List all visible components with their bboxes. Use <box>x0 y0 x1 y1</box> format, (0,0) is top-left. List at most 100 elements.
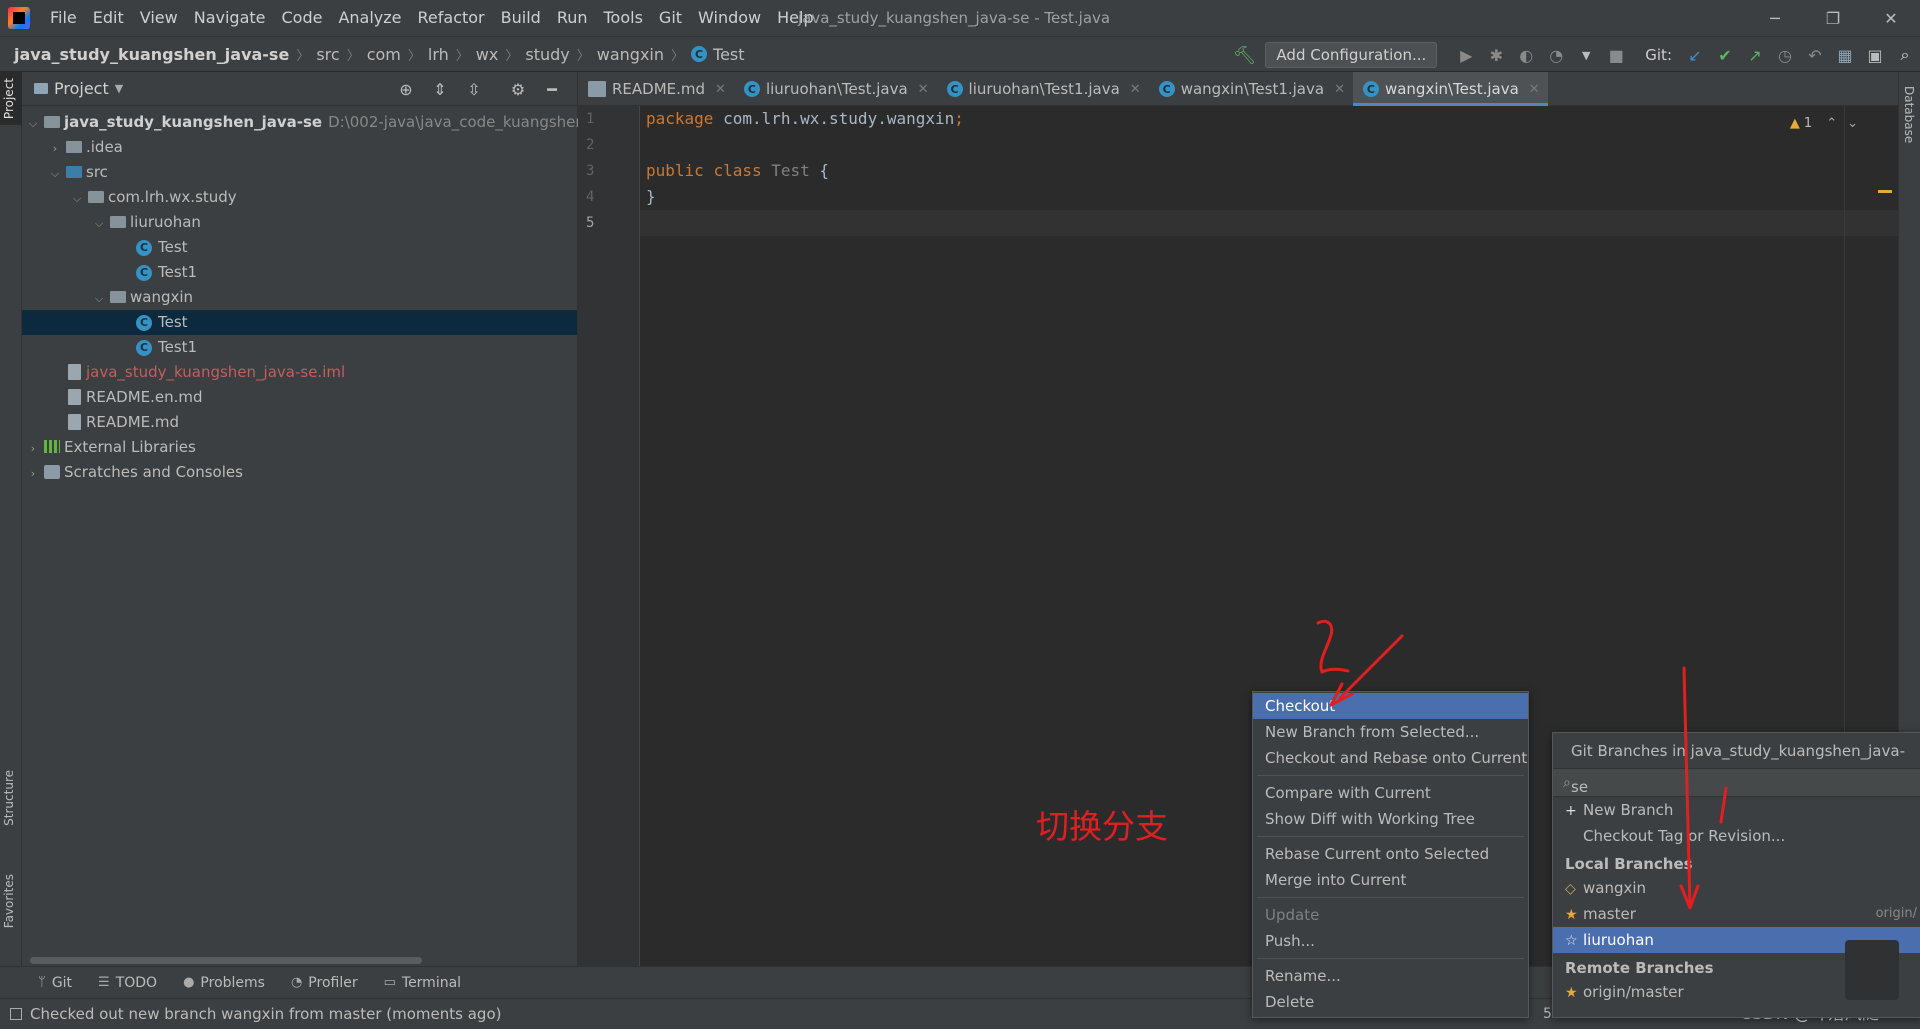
build-hammer-icon[interactable]: 🔨︎ <box>1231 42 1257 68</box>
editor-tab-liuruohan-test1[interactable]: C liuruohan\Test1.java ✕ <box>937 72 1149 106</box>
close-tab-icon[interactable]: ✕ <box>918 82 929 97</box>
expand-all-icon[interactable]: ⇕ <box>427 76 453 102</box>
favorites-tool-tab[interactable]: Favorites <box>2 874 16 928</box>
tree-item-wangxin-test[interactable]: C Test <box>22 310 577 335</box>
breadcrumb-wx[interactable]: wx <box>476 45 499 64</box>
locate-file-icon[interactable]: ⊕ <box>393 76 419 102</box>
menu-item-push[interactable]: Push... <box>1253 928 1528 954</box>
tree-item-root[interactable]: ⌵ java_study_kuangshen_java-se D:\002-java… <box>22 110 604 135</box>
code-line[interactable]: } <box>640 184 1898 210</box>
tree-item-src[interactable]: ⌵ src <box>22 160 577 185</box>
menu-item-checkout[interactable]: Checkout <box>1253 693 1528 719</box>
menu-item-merge-into-current[interactable]: Merge into Current <box>1253 867 1528 893</box>
debug-icon[interactable]: ✱ <box>1483 42 1509 68</box>
breadcrumb-project[interactable]: java_study_kuangshen_java-se <box>14 45 289 64</box>
menu-refactor[interactable]: Refactor <box>410 0 493 36</box>
close-tab-icon[interactable]: ✕ <box>715 82 726 97</box>
close-window-button[interactable]: ✕ <box>1862 0 1920 36</box>
tree-item-liuruohan-test1[interactable]: C Test1 <box>22 260 577 285</box>
menu-item-show-diff[interactable]: Show Diff with Working Tree <box>1253 806 1528 832</box>
tree-item-package[interactable]: ⌵ com.lrh.wx.study <box>22 185 577 210</box>
expanded-arrow-icon[interactable]: ⌵ <box>92 211 106 236</box>
collapsed-arrow-icon[interactable]: › <box>26 436 40 461</box>
run-icon[interactable]: ▶ <box>1453 42 1479 68</box>
menu-item-rename[interactable]: Rename... <box>1253 963 1528 989</box>
editor-tab-liuruohan-test[interactable]: C liuruohan\Test.java ✕ <box>734 72 937 106</box>
coverage-icon[interactable]: ◐ <box>1513 42 1539 68</box>
run-options-chevron-down-icon[interactable]: ▼ <box>1573 42 1599 68</box>
warning-stripe-marker[interactable] <box>1878 190 1892 193</box>
expanded-arrow-icon[interactable]: ⌵ <box>70 186 84 211</box>
add-configuration-button[interactable]: Add Configuration... <box>1265 42 1438 68</box>
close-tab-icon[interactable]: ✕ <box>1334 82 1345 97</box>
code-line[interactable]: package com.lrh.wx.study.wangxin; <box>640 106 1898 132</box>
menu-item-new-branch-from-selected[interactable]: New Branch from Selected... <box>1253 719 1528 745</box>
code-line[interactable]: public class Test { <box>640 158 1898 184</box>
tool-tab-todo[interactable]: ☰ TODO <box>98 975 157 991</box>
tool-tab-git[interactable]: ᛘ Git <box>38 975 72 991</box>
tree-item-wangxin-test1[interactable]: C Test1 <box>22 335 577 360</box>
tool-tab-problems[interactable]: ● Problems <box>183 975 265 991</box>
status-message[interactable]: Checked out new branch wangxin from mast… <box>30 1005 501 1023</box>
tree-item-idea[interactable]: › .idea <box>22 135 577 160</box>
horizontal-scrollbar[interactable] <box>30 957 422 964</box>
tree-item-wangxin[interactable]: ⌵ wangxin <box>22 285 577 310</box>
floating-widget[interactable] <box>1845 940 1899 1000</box>
branch-item-wangxin[interactable]: ◇ wangxin <box>1553 875 1920 901</box>
code-line-current[interactable] <box>640 210 1898 236</box>
menu-tools[interactable]: Tools <box>596 0 651 36</box>
tree-item-scratches[interactable]: › Scratches and Consoles <box>22 460 577 485</box>
tree-item-readme-en[interactable]: README.en.md <box>22 385 577 410</box>
toggle-tool-windows-icon[interactable] <box>10 1008 22 1020</box>
structure-tool-tab[interactable]: Structure <box>2 770 16 826</box>
breadcrumb-study[interactable]: study <box>525 45 569 64</box>
minimize-button[interactable]: ─ <box>1746 0 1804 36</box>
expanded-arrow-icon[interactable]: ⌵ <box>92 286 106 311</box>
menu-run[interactable]: Run <box>549 0 596 36</box>
tree-item-liuruohan[interactable]: ⌵ liuruohan <box>22 210 577 235</box>
menu-build[interactable]: Build <box>493 0 549 36</box>
menu-item-checkout-and-rebase[interactable]: Checkout and Rebase onto Current <box>1253 745 1528 771</box>
close-tab-icon[interactable]: ✕ <box>1130 82 1141 97</box>
menu-file[interactable]: File <box>42 0 85 36</box>
breadcrumb-wangxin[interactable]: wangxin <box>597 45 664 64</box>
menu-git[interactable]: Git <box>651 0 690 36</box>
tree-item-iml[interactable]: java_study_kuangshen_java-se.iml <box>22 360 577 385</box>
branch-search-input[interactable]: ⌕ <box>1553 769 1920 797</box>
gear-icon[interactable]: ⚙ <box>505 76 531 102</box>
tree-item-liuruohan-test[interactable]: C Test <box>22 235 577 260</box>
tool-tab-profiler[interactable]: ◔ Profiler <box>291 975 358 991</box>
git-rollback-icon[interactable]: ↶ <box>1802 42 1828 68</box>
project-tool-tab[interactable]: Project <box>0 72 22 126</box>
editor-tab-readme[interactable]: README.md ✕ <box>578 72 734 106</box>
expanded-arrow-icon[interactable]: ⌵ <box>48 161 62 186</box>
git-update-icon[interactable]: ↙ <box>1682 42 1708 68</box>
close-tab-icon[interactable]: ✕ <box>1529 82 1540 97</box>
menu-navigate[interactable]: Navigate <box>186 0 274 36</box>
project-structure-icon[interactable]: ▦ <box>1832 42 1858 68</box>
breadcrumb-src[interactable]: src <box>316 45 339 64</box>
menu-item-compare-with-current[interactable]: Compare with Current <box>1253 780 1528 806</box>
breadcrumb-lrh[interactable]: lrh <box>428 45 449 64</box>
menu-code[interactable]: Code <box>274 0 331 36</box>
chevron-down-icon[interactable]: ⌄ <box>1847 116 1858 131</box>
menu-view[interactable]: View <box>132 0 186 36</box>
menu-item-rebase-current[interactable]: Rebase Current onto Selected <box>1253 841 1528 867</box>
menu-window[interactable]: Window <box>690 0 769 36</box>
checkout-tag-action[interactable]: Checkout Tag or Revision... <box>1553 823 1920 849</box>
tool-tab-terminal[interactable]: ▭ Terminal <box>384 975 461 991</box>
tree-item-external-libraries[interactable]: › External Libraries <box>22 435 577 460</box>
inspection-widget[interactable]: ▲ 1 ⌃ ⌄ <box>1790 116 1858 131</box>
caret-position[interactable]: 5 <box>1543 999 1552 1029</box>
collapse-all-icon[interactable]: ⇳ <box>461 76 487 102</box>
git-commit-icon[interactable]: ✔ <box>1712 42 1738 68</box>
git-history-icon[interactable]: ◷ <box>1772 42 1798 68</box>
menu-analyze[interactable]: Analyze <box>330 0 409 36</box>
git-push-icon[interactable]: ↗ <box>1742 42 1768 68</box>
presentation-icon[interactable]: ▣ <box>1862 42 1888 68</box>
tree-item-readme[interactable]: README.md <box>22 410 577 435</box>
editor-tab-wangxin-test[interactable]: C wangxin\Test.java ✕ <box>1352 72 1548 106</box>
collapsed-arrow-icon[interactable]: › <box>48 136 62 161</box>
breadcrumb-com[interactable]: com <box>367 45 401 64</box>
chevron-up-icon[interactable]: ⌃ <box>1826 116 1837 131</box>
